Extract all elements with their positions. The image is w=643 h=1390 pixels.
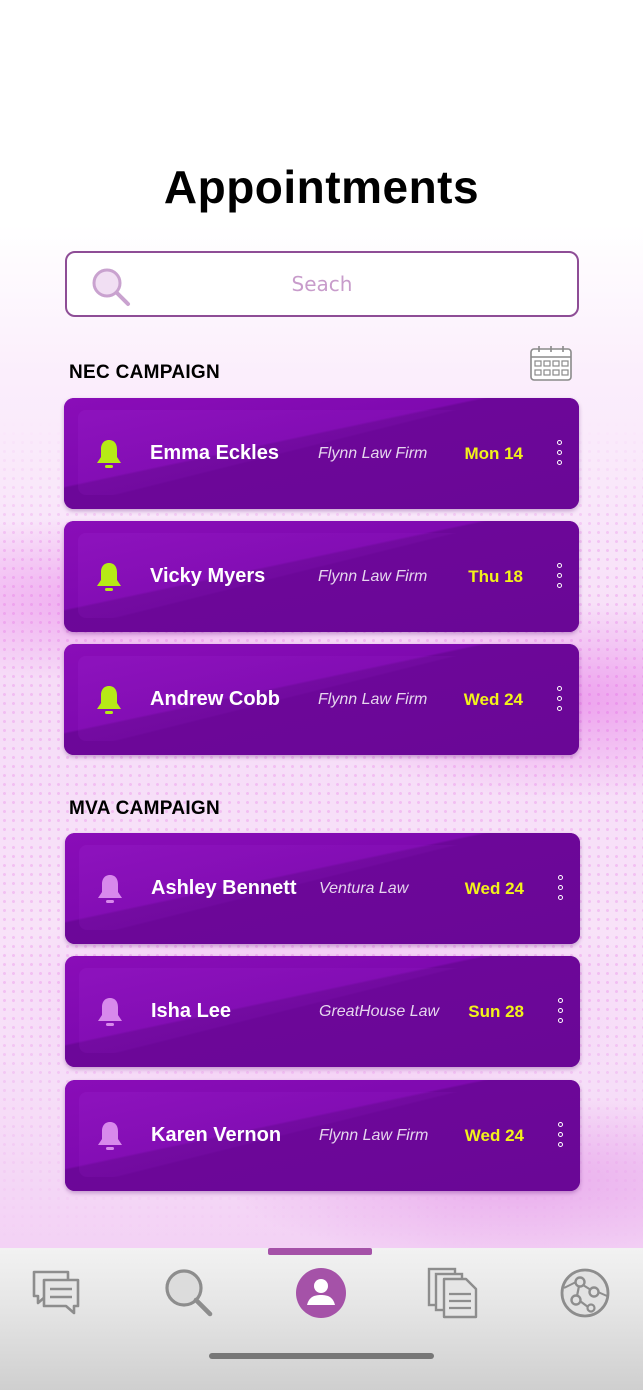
appointment-name: Vicky Myers bbox=[150, 565, 266, 587]
appointment-firm: Flynn Law Firm bbox=[318, 690, 428, 708]
home-indicator bbox=[209, 1353, 434, 1359]
bell-active-icon bbox=[97, 440, 121, 468]
more-options-icon[interactable] bbox=[555, 440, 563, 468]
appointment-name: Ashley Bennett bbox=[151, 877, 297, 899]
chat-icon[interactable] bbox=[30, 1266, 84, 1320]
calendar-icon[interactable] bbox=[529, 344, 573, 382]
profile-icon[interactable] bbox=[294, 1266, 348, 1320]
appointment-date: Sun 28 bbox=[468, 1001, 524, 1021]
page-title: Appointments bbox=[163, 161, 480, 213]
appointment-date: Wed 24 bbox=[464, 1125, 524, 1145]
appointment-card[interactable]: Isha Lee GreatHouse Law Sun 28 bbox=[65, 956, 580, 1067]
bell-muted-icon bbox=[98, 998, 122, 1026]
active-tab-indicator bbox=[268, 1248, 372, 1255]
appointment-firm: GreatHouse Law bbox=[319, 1002, 440, 1020]
appointment-name: Karen Vernon bbox=[151, 1124, 282, 1146]
appointment-firm: Flynn Law Firm bbox=[318, 444, 428, 462]
section-label-mva: MVA CAMPAIGN bbox=[69, 798, 221, 819]
appointment-card[interactable]: Andrew Cobb Flynn Law Firm Wed 24 bbox=[64, 644, 579, 755]
more-options-icon[interactable] bbox=[556, 998, 564, 1026]
appointment-date: Wed 24 bbox=[464, 878, 524, 898]
section-label-nec: NEC CAMPAIGN bbox=[69, 362, 221, 383]
more-options-icon[interactable] bbox=[555, 563, 563, 591]
bell-active-icon bbox=[97, 686, 121, 714]
appointment-name: Isha Lee bbox=[151, 1000, 232, 1022]
search-placeholder: Seach bbox=[291, 272, 353, 296]
bell-muted-icon bbox=[98, 875, 122, 903]
appointment-card[interactable]: Vicky Myers Flynn Law Firm Thu 18 bbox=[64, 521, 579, 632]
more-options-icon[interactable] bbox=[555, 686, 563, 714]
appointment-firm: Flynn Law Firm bbox=[318, 567, 428, 585]
bell-muted-icon bbox=[98, 1122, 122, 1150]
appointment-date: Thu 18 bbox=[468, 566, 523, 586]
search-input[interactable]: Seach bbox=[65, 251, 579, 317]
search-icon[interactable] bbox=[162, 1266, 216, 1320]
appointment-firm: Ventura Law bbox=[319, 879, 409, 897]
appointment-name: Emma Eckles bbox=[150, 442, 279, 464]
documents-icon[interactable] bbox=[426, 1266, 480, 1320]
network-icon[interactable] bbox=[558, 1266, 612, 1320]
more-options-icon[interactable] bbox=[556, 1122, 564, 1150]
bell-active-icon bbox=[97, 563, 121, 591]
more-options-icon[interactable] bbox=[556, 875, 564, 903]
appointment-card[interactable]: Emma Eckles Flynn Law Firm Mon 14 bbox=[64, 398, 579, 509]
appointment-card[interactable]: Karen Vernon Flynn Law Firm Wed 24 bbox=[65, 1080, 580, 1191]
appointment-firm: Flynn Law Firm bbox=[319, 1126, 429, 1144]
appointment-name: Andrew Cobb bbox=[150, 688, 280, 710]
appointment-date: Mon 14 bbox=[464, 443, 523, 463]
appointment-card[interactable]: Ashley Bennett Ventura Law Wed 24 bbox=[65, 833, 580, 944]
appointment-date: Wed 24 bbox=[463, 689, 523, 709]
